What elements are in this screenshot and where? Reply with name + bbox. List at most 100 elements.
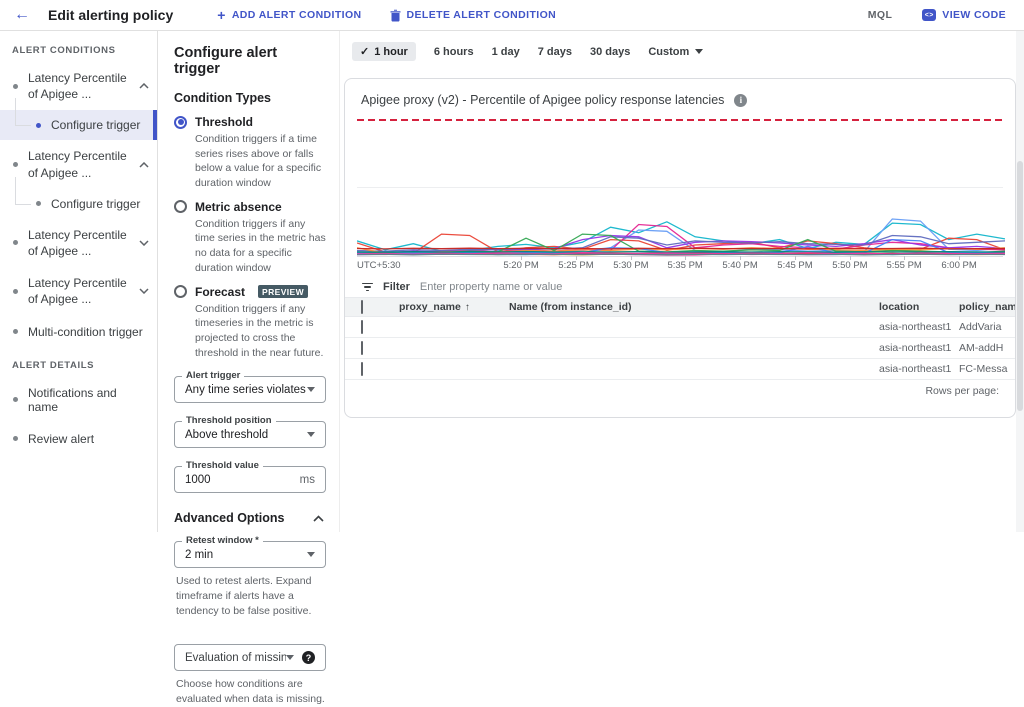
retest-window-helper: Used to retest alerts. Expand timeframe … <box>176 575 312 617</box>
table-row[interactable]: asia-northeast1 FC-Messa <box>345 359 1015 380</box>
help-icon[interactable]: ? <box>302 651 315 665</box>
dropdown-arrow-icon <box>307 552 315 558</box>
chevron-up-icon[interactable] <box>139 161 149 168</box>
alert-conditions-section-label: ALERT CONDITIONS <box>12 45 116 56</box>
x-axis-label: 5:50 PM <box>832 260 868 271</box>
alert-details-section-label: ALERT DETAILS <box>12 359 95 371</box>
dropdown-arrow-icon <box>695 49 704 54</box>
add-alert-condition-button[interactable]: + ADD ALERT CONDITION <box>217 8 361 22</box>
x-axis-label: 5:20 PM <box>503 260 539 271</box>
step-bullet <box>13 162 18 168</box>
step-bullet <box>13 83 18 89</box>
threshold-description: Condition triggers if a time series rise… <box>195 133 322 190</box>
sidebar-item-condition-4[interactable]: Latency Percentile of Apigee ... <box>0 267 157 315</box>
back-arrow-icon[interactable]: ← <box>14 7 30 23</box>
step-bullet <box>13 288 18 294</box>
chevron-up-icon[interactable] <box>139 83 149 89</box>
x-axis-label: 5:40 PM <box>722 260 758 271</box>
missing-data-select[interactable]: Evaluation of missing data ? <box>174 644 326 672</box>
retest-window-select[interactable]: Retest window * 2 min <box>174 535 326 569</box>
plus-icon: + <box>217 7 226 23</box>
sidebar-item-review-alert[interactable]: Review alert <box>0 423 157 455</box>
row-checkbox[interactable] <box>361 362 363 376</box>
filter-icon <box>361 282 373 292</box>
info-icon[interactable]: i <box>734 93 748 107</box>
filter-input[interactable] <box>419 281 999 293</box>
column-header-policy-name[interactable]: policy_name <box>959 301 1015 313</box>
code-icon: <> <box>922 9 937 21</box>
dropdown-arrow-icon <box>307 387 315 393</box>
column-header-location[interactable]: location <box>879 301 959 313</box>
step-bullet-active <box>36 122 41 128</box>
time-range-30-days[interactable]: 30 days <box>590 46 630 58</box>
threshold-position-select[interactable]: Threshold position Above threshold <box>174 415 326 449</box>
threshold-value-input[interactable]: Threshold value 1000 ms <box>174 460 326 494</box>
timezone-label: UTC+5:30 <box>357 260 401 271</box>
sort-ascending-icon: ↑ <box>464 301 470 313</box>
alert-steps-sidebar: ALERT CONDITIONS Latency Percentile of A… <box>0 31 158 532</box>
unit-suffix: ms <box>299 473 315 486</box>
dropdown-arrow-icon <box>307 432 315 438</box>
view-code-button[interactable]: <> VIEW CODE <box>922 9 1006 21</box>
x-axis-label: 6:00 PM <box>941 260 977 271</box>
mql-toggle[interactable]: MQL <box>868 9 893 21</box>
radio-forecast[interactable]: Forecast PREVIEW <box>174 285 326 299</box>
column-header-proxy-name[interactable]: proxy_name ↑ <box>399 301 509 313</box>
panel-title: Configure alert trigger <box>174 45 278 77</box>
chart-card: Apigee proxy (v2) - Percentile of Apigee… <box>344 78 1016 418</box>
page-title: Edit alerting policy <box>48 7 174 23</box>
step-bullet <box>36 201 41 207</box>
time-series-plot <box>357 218 1005 256</box>
sidebar-item-configure-trigger-1[interactable]: Configure trigger <box>0 98 157 141</box>
radio-threshold[interactable]: Threshold <box>174 115 326 129</box>
x-axis-label: 5:45 PM <box>777 260 813 271</box>
table-header: proxy_name ↑ Name (from instance_id) loc… <box>345 297 1015 317</box>
sidebar-item-configure-trigger-2[interactable]: Configure trigger <box>0 176 157 219</box>
metric-absence-description: Condition triggers if any time series in… <box>195 217 326 274</box>
time-range-1-day[interactable]: 1 day <box>492 46 520 58</box>
trash-icon <box>390 9 401 22</box>
x-axis-label: 5:25 PM <box>558 260 594 271</box>
step-bullet <box>13 436 18 442</box>
chevron-up-icon <box>313 515 324 522</box>
select-all-checkbox[interactable] <box>361 300 363 314</box>
x-axis-label: 5:30 PM <box>613 260 649 271</box>
filter-row: Filter <box>345 277 1015 297</box>
time-range-custom[interactable]: Custom <box>648 46 704 58</box>
radio-metric-absence[interactable]: Metric absence <box>174 200 326 214</box>
sidebar-item-condition-3[interactable]: Latency Percentile of Apigee ... <box>0 219 157 267</box>
step-bullet <box>13 329 18 335</box>
time-range-1-hour[interactable]: ✓ 1 hour <box>352 42 416 61</box>
radio-selected-icon <box>174 115 187 129</box>
sidebar-item-multi-condition-trigger[interactable]: Multi-condition trigger <box>0 316 157 348</box>
table-row[interactable]: asia-northeast1 AM-addH <box>345 338 1015 359</box>
page-scrollbar <box>1016 31 1024 532</box>
row-checkbox[interactable] <box>361 320 363 334</box>
scrollbar-thumb[interactable] <box>1017 161 1023 411</box>
forecast-description: Condition triggers if any timeseries in … <box>195 302 324 359</box>
sidebar-item-notifications-and-name[interactable]: Notifications and name <box>0 377 157 423</box>
time-range-bar: ✓ 1 hour 6 hours 1 day 7 days 30 days Cu… <box>352 42 1024 61</box>
x-axis-labels: UTC+5:30 5:20 PM 5:25 PM 5:30 PM 5:35 PM 5:40… <box>357 260 1003 273</box>
step-bullet <box>13 397 18 403</box>
radio-unselected-icon <box>174 285 187 298</box>
time-range-7-days[interactable]: 7 days <box>538 46 572 58</box>
advanced-options-toggle[interactable]: Advanced Options <box>174 511 324 525</box>
dropdown-arrow-icon <box>286 655 294 661</box>
alert-trigger-select[interactable]: Alert trigger Any time series violates <box>174 370 326 404</box>
table-row[interactable]: asia-northeast1 AddVaria <box>345 317 1015 338</box>
radio-unselected-icon <box>174 200 187 214</box>
configure-trigger-panel: Configure alert trigger Condition Types … <box>159 31 340 705</box>
x-axis-baseline <box>357 256 1003 257</box>
time-range-6-hours[interactable]: 6 hours <box>434 46 474 58</box>
chart-title: Apigee proxy (v2) - Percentile of Apigee… <box>361 93 725 107</box>
rows-per-page-label: Rows per page: <box>925 385 999 397</box>
latency-chart <box>357 119 1005 260</box>
row-checkbox[interactable] <box>361 341 363 355</box>
column-header-instance-name[interactable]: Name (from instance_id) <box>509 301 879 313</box>
chevron-down-icon[interactable] <box>139 240 149 246</box>
preview-badge: PREVIEW <box>258 285 309 298</box>
chart-title-row: Apigee proxy (v2) - Percentile of Apigee… <box>361 93 748 107</box>
delete-alert-condition-button[interactable]: DELETE ALERT CONDITION <box>390 8 557 22</box>
chevron-down-icon[interactable] <box>139 288 149 295</box>
